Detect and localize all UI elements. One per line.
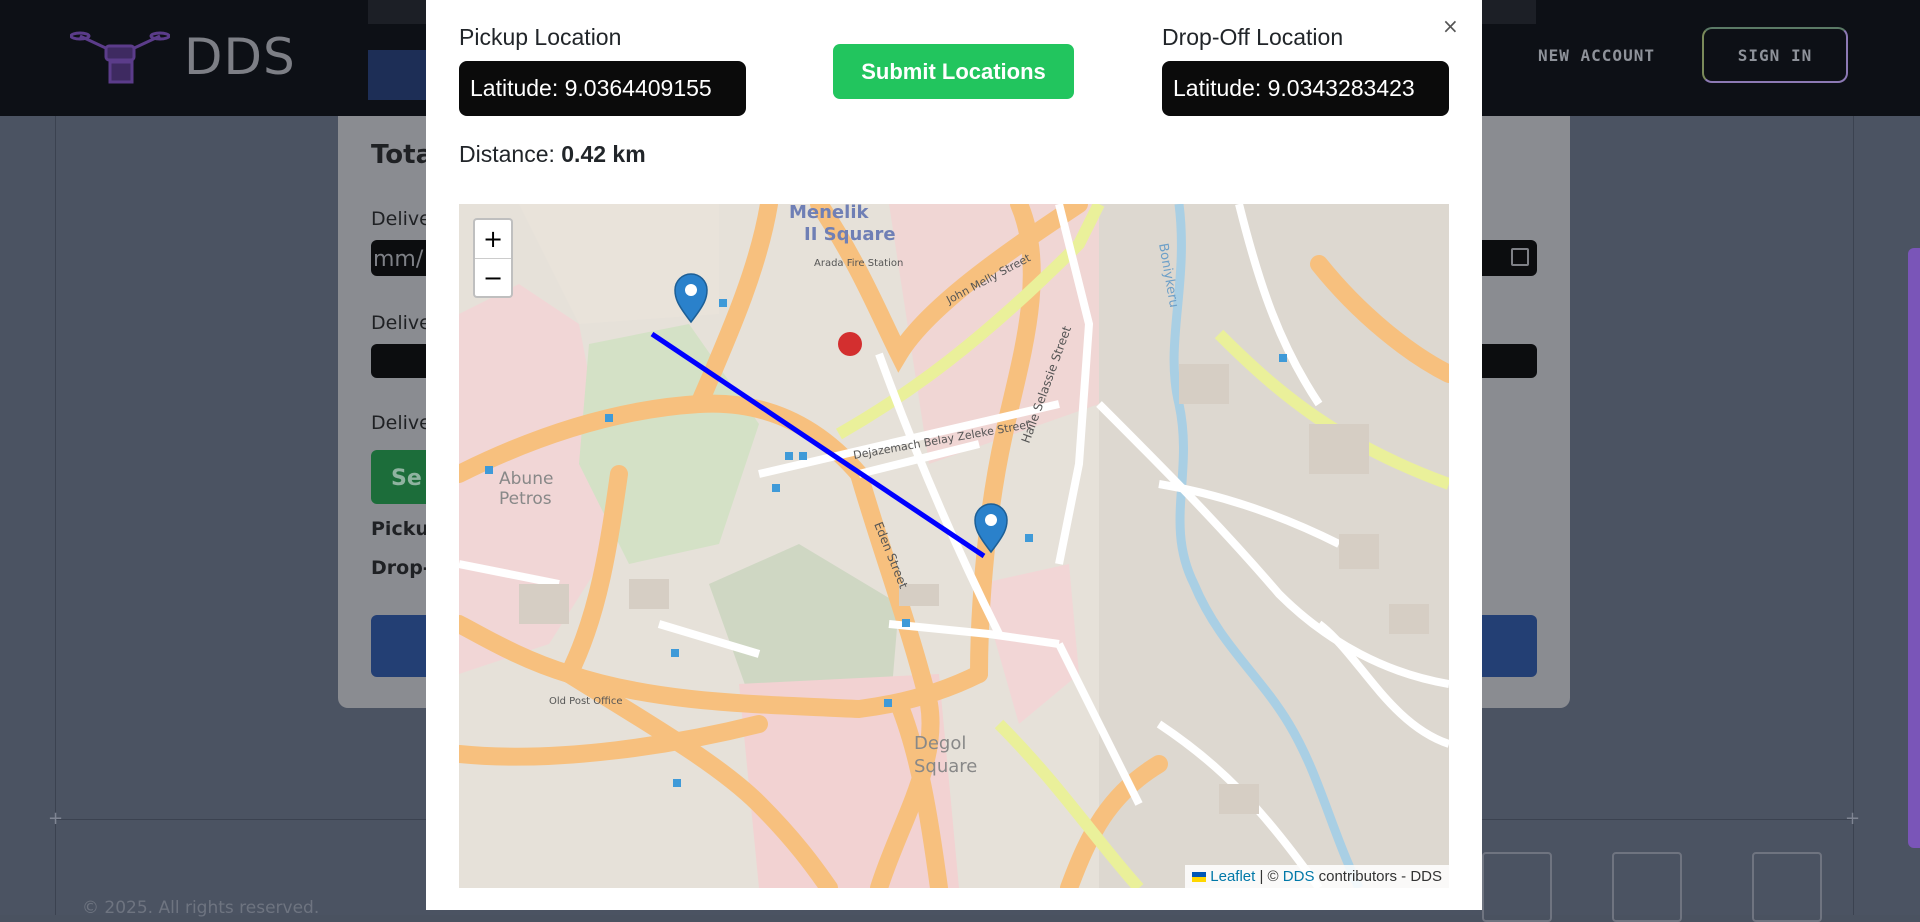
map-label-arada-fire: Arada Fire Station [814, 258, 903, 269]
new-account-link[interactable]: NEW ACCOUNT [1538, 46, 1655, 65]
leaflet-link[interactable]: Leaflet [1210, 868, 1255, 885]
map-tiles[interactable]: Menelik II Square Abune Petros Eden Stre… [459, 204, 1449, 888]
dropoff-location-label: Drop-Off Location [1162, 24, 1344, 50]
github-icon[interactable] [1752, 852, 1822, 922]
dropoff-summary-label: Drop- [371, 557, 431, 579]
zoom-control: + − [473, 218, 513, 298]
map-label-square: Square [914, 756, 977, 777]
attribution-rest: contributors - DDS [1314, 868, 1442, 885]
distance-readout: Distance: 0.42 km [459, 141, 646, 168]
brand-name: DDS [184, 28, 296, 86]
dropoff-coordinates-field[interactable]: Latitude: 9.0343283423 [1162, 61, 1449, 116]
card-label-delivery-time: Delive [371, 312, 431, 334]
image-icon[interactable] [1482, 852, 1552, 922]
map-label-old-post: Old Post Office [549, 696, 622, 707]
attribution-separator: | © [1255, 868, 1283, 885]
brand-logo[interactable]: DDS [70, 26, 296, 88]
pickup-coordinates-field[interactable]: Latitude: 9.0364409155 [459, 61, 746, 116]
zoom-out-button[interactable]: − [475, 259, 511, 297]
card-label-delivery-date: Delive [371, 208, 431, 230]
map-hospital-icon [838, 332, 862, 356]
sign-in-button[interactable]: SIGN IN [1702, 27, 1848, 83]
map-view[interactable]: Menelik II Square Abune Petros Eden Stre… [459, 204, 1449, 888]
map-label-abune: Abune [499, 469, 553, 489]
plus-marker-left: + [48, 808, 64, 829]
drone-logo-icon [70, 31, 170, 84]
map-label-degol: Degol [914, 733, 966, 754]
youtube-icon[interactable] [1612, 852, 1682, 922]
plus-marker-right: + [1845, 808, 1861, 829]
distance-label: Distance: [459, 141, 555, 167]
scrollbar-thumb[interactable] [1908, 248, 1920, 848]
map-attribution: Leaflet | © DDS contributors - DDS [1185, 865, 1449, 888]
card-title: Tota [371, 140, 434, 170]
map-label-menelik: Menelik [789, 204, 869, 223]
close-icon[interactable]: × [1442, 14, 1459, 38]
card-label-delivery-location: Delive [371, 412, 431, 434]
map-label-menelik-2: II Square [804, 224, 896, 245]
submit-locations-button[interactable]: Submit Locations [833, 44, 1074, 99]
footer-copyright: © 2025. All rights reserved. [82, 898, 320, 918]
dds-link[interactable]: DDS [1283, 868, 1315, 885]
calendar-icon[interactable] [1511, 248, 1529, 266]
date-placeholder: mm/ [373, 247, 424, 272]
ukraine-flag-icon [1192, 872, 1207, 883]
distance-value: 0.42 km [561, 141, 646, 167]
map-label-petros: Petros [499, 489, 552, 509]
zoom-in-button[interactable]: + [475, 220, 511, 259]
pickup-location-label: Pickup Location [459, 24, 622, 50]
map-block-east [1099, 204, 1449, 888]
pickup-summary-label: Picku [371, 518, 429, 540]
